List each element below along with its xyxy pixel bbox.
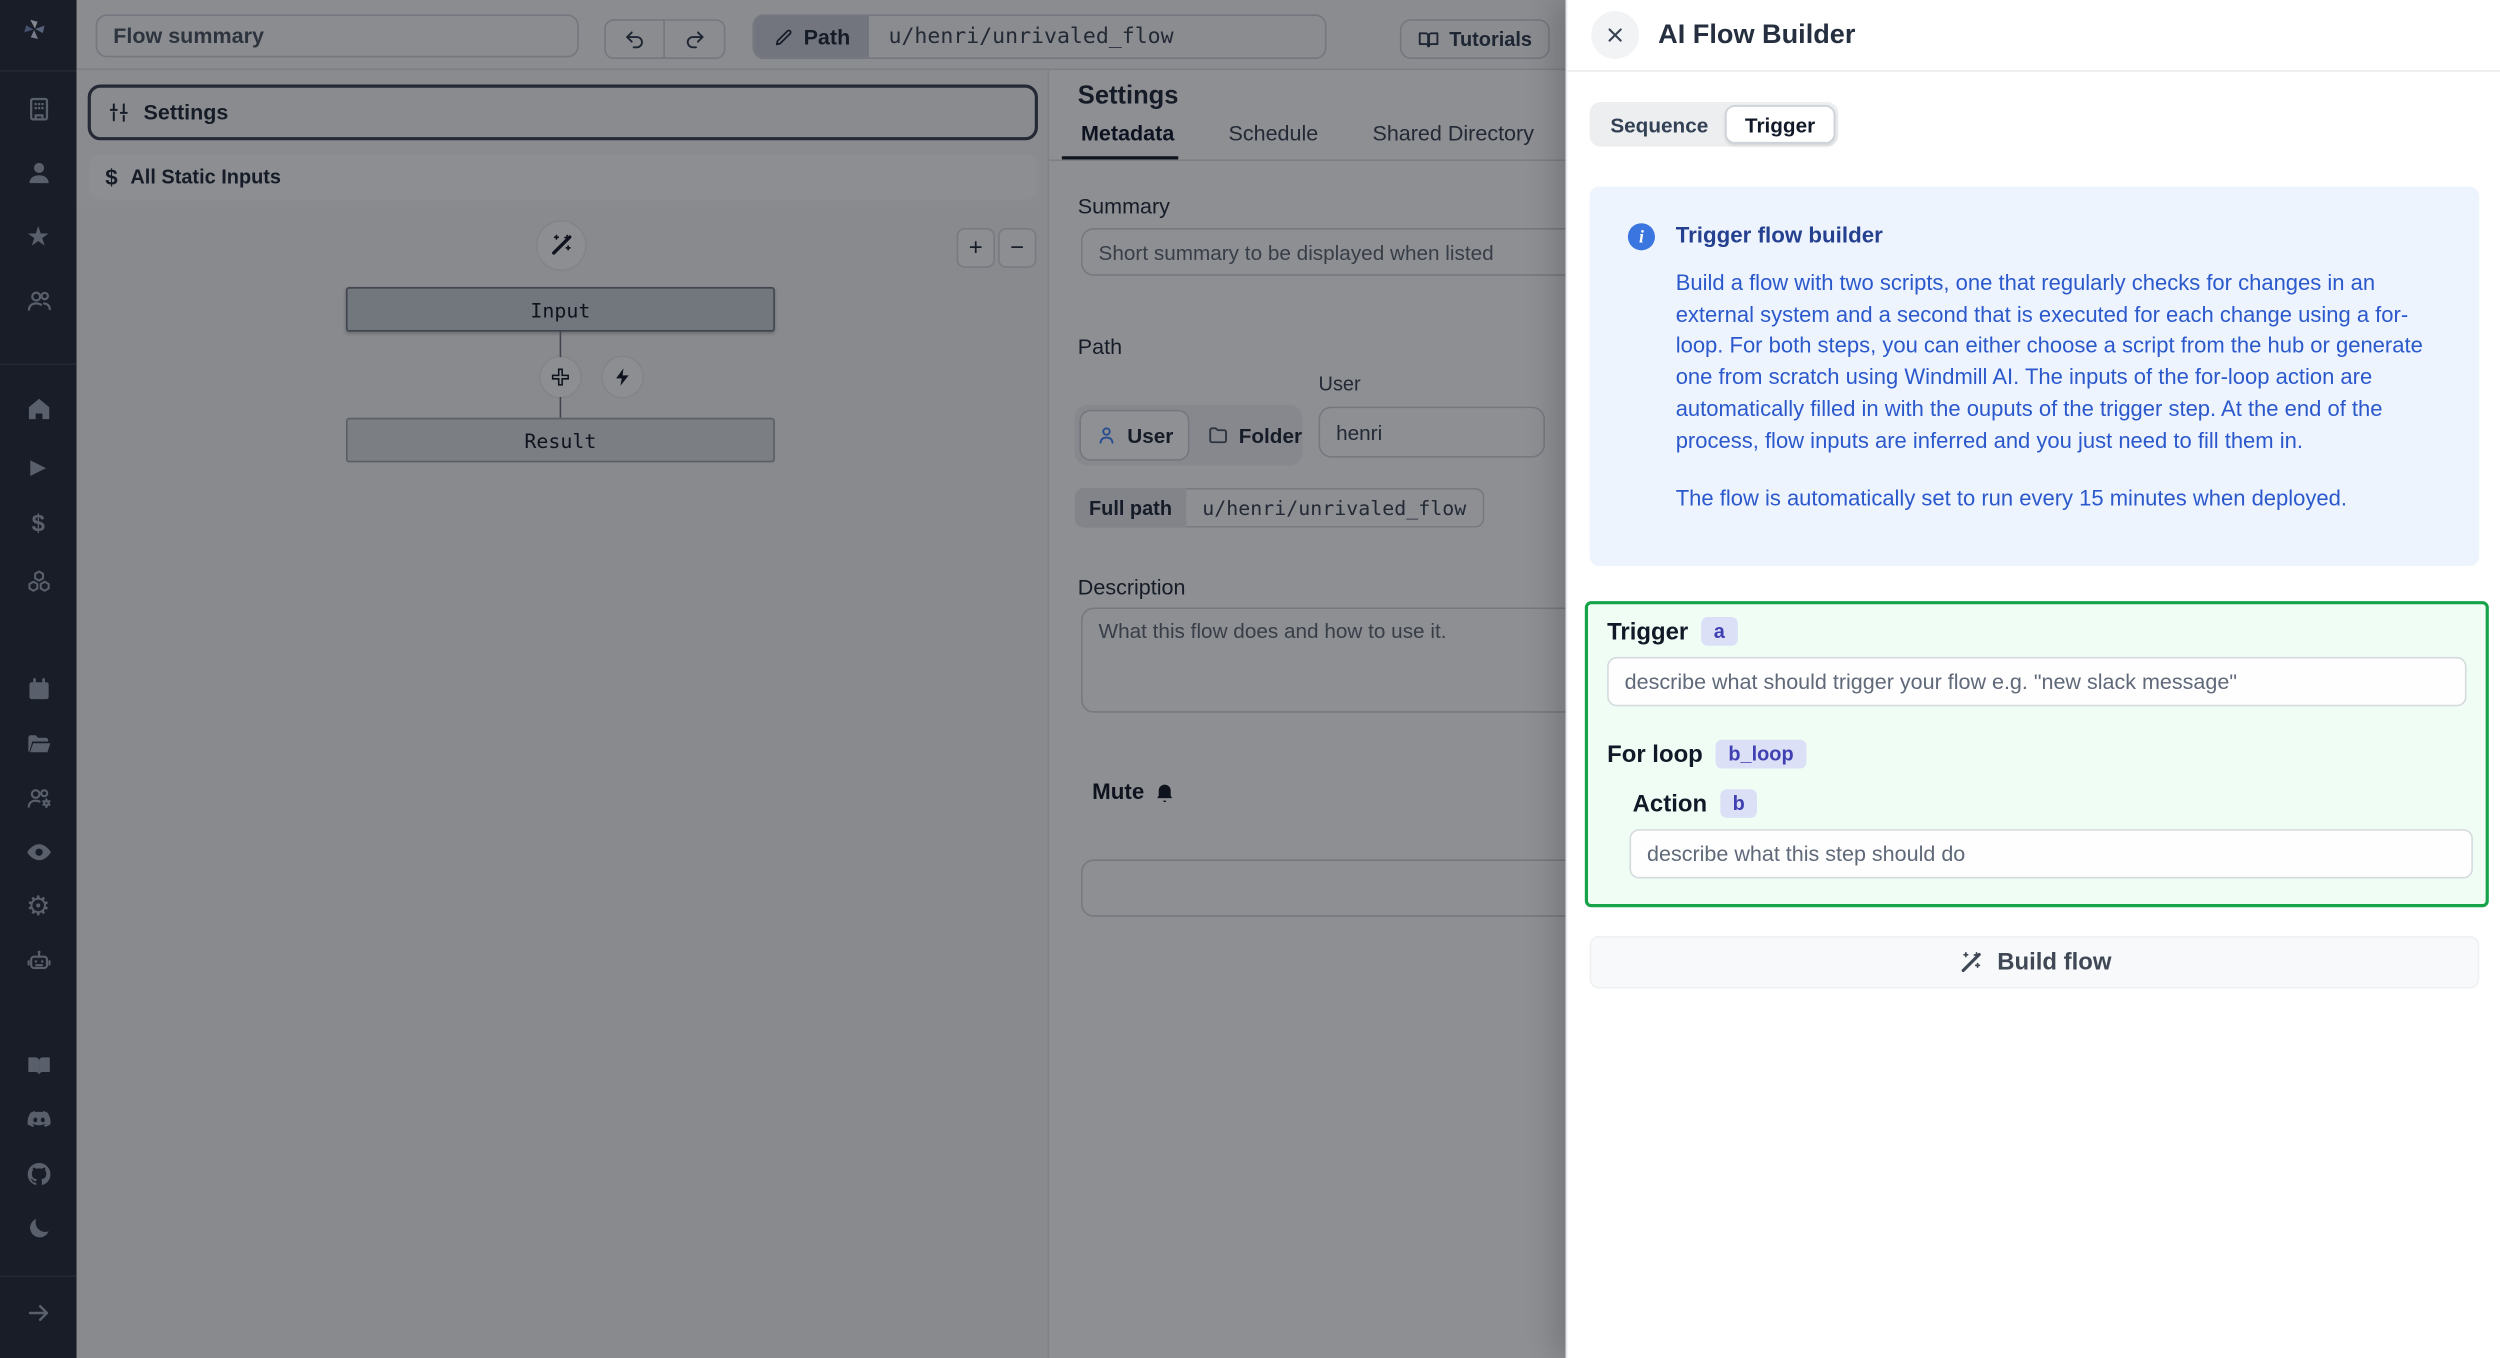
trigger-info-box: i Trigger flow builder Build a flow with… bbox=[1589, 186, 2480, 567]
info-footer: The flow is automatically set to run eve… bbox=[1675, 486, 2347, 511]
info-title: Trigger flow builder bbox=[1675, 221, 1883, 248]
action-step-label: Action bbox=[1632, 790, 1708, 818]
close-drawer-button[interactable] bbox=[1591, 11, 1640, 59]
drawer-backdrop[interactable] bbox=[0, 0, 1566, 1358]
build-flow-button[interactable]: Build flow bbox=[1589, 935, 2480, 989]
wand-sparkles-icon bbox=[1961, 951, 1981, 972]
builder-mode-tabs: Sequence Trigger bbox=[1589, 102, 1838, 147]
for-loop-badge: b_loop bbox=[1715, 739, 1807, 769]
tab-sequence[interactable]: Sequence bbox=[1593, 105, 1726, 143]
trigger-builder-form: Trigger a For loop b_loop Action b bbox=[1584, 601, 2489, 908]
trigger-step-label: Trigger bbox=[1607, 617, 1689, 645]
drawer-header: AI Flow Builder bbox=[1567, 0, 2500, 72]
action-step-badge: b bbox=[1719, 789, 1758, 818]
info-icon: i bbox=[1627, 223, 1655, 251]
build-flow-label: Build flow bbox=[1997, 948, 2112, 976]
close-icon bbox=[1608, 28, 1622, 42]
trigger-step-badge: a bbox=[1700, 617, 1738, 646]
ai-flow-builder-drawer: AI Flow Builder Sequence Trigger i Trigg… bbox=[1565, 0, 2500, 1358]
for-loop-label: For loop bbox=[1607, 740, 1703, 768]
trigger-description-input[interactable] bbox=[1607, 656, 2467, 707]
drawer-title: AI Flow Builder bbox=[1658, 19, 1856, 50]
info-body: Build a flow with two scripts, one that … bbox=[1675, 271, 2423, 453]
action-description-input[interactable] bbox=[1629, 829, 2473, 879]
tab-trigger[interactable]: Trigger bbox=[1725, 105, 1835, 144]
